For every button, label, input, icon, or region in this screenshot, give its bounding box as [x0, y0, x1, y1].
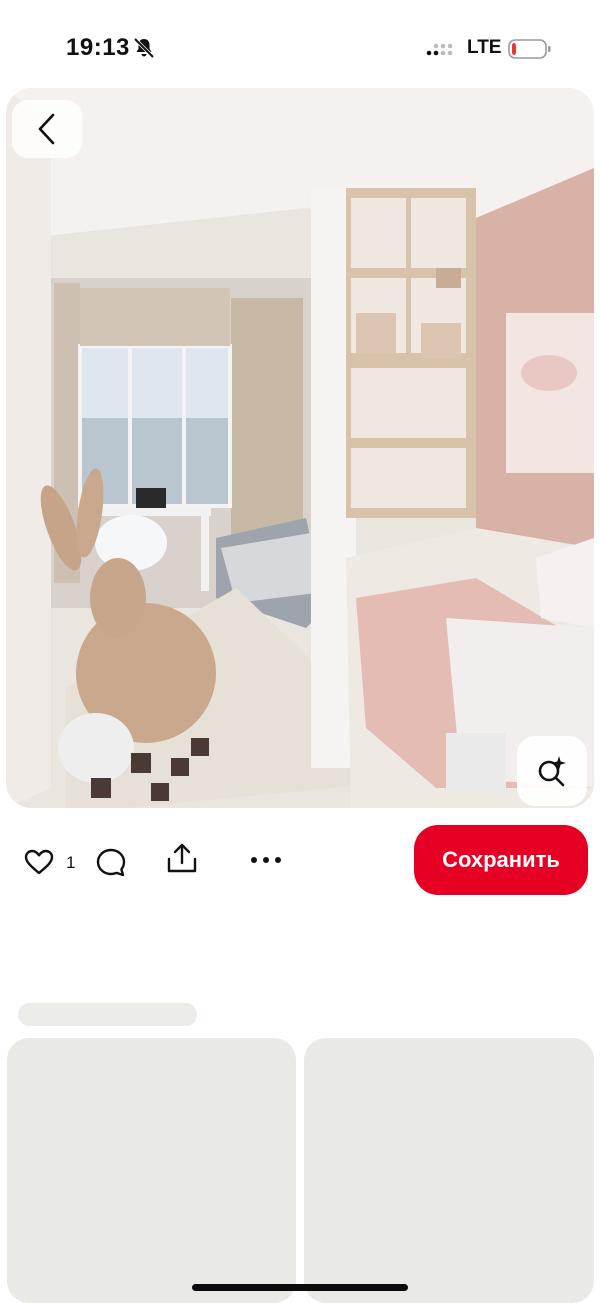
- comment-icon[interactable]: [95, 847, 127, 879]
- heart-icon[interactable]: [24, 849, 54, 875]
- status-bar: 19:13 LTE: [0, 0, 600, 80]
- battery-icon: [508, 39, 551, 59]
- more-icon[interactable]: [250, 856, 282, 864]
- visual-search-button[interactable]: [517, 736, 587, 806]
- bedroom-photo: [6, 88, 594, 808]
- loading-card-placeholder: [304, 1038, 594, 1303]
- back-button[interactable]: [12, 100, 82, 158]
- pin-image[interactable]: [6, 88, 594, 808]
- share-icon[interactable]: [165, 842, 199, 876]
- like-count: 1: [66, 853, 76, 872]
- chevron-left-icon: [38, 113, 55, 145]
- status-time: 19:13: [66, 34, 130, 61]
- home-indicator[interactable]: [192, 1284, 408, 1291]
- signal-icon: [426, 43, 453, 56]
- visual-search-icon: [538, 756, 566, 787]
- pin-actions: 1 Сохранить: [0, 820, 600, 900]
- loading-card-placeholder: [7, 1038, 296, 1303]
- bell-slash-icon: [133, 37, 155, 59]
- network-type: LTE: [467, 37, 502, 58]
- save-button[interactable]: Сохранить: [414, 825, 588, 895]
- loading-title-placeholder: [18, 1003, 197, 1026]
